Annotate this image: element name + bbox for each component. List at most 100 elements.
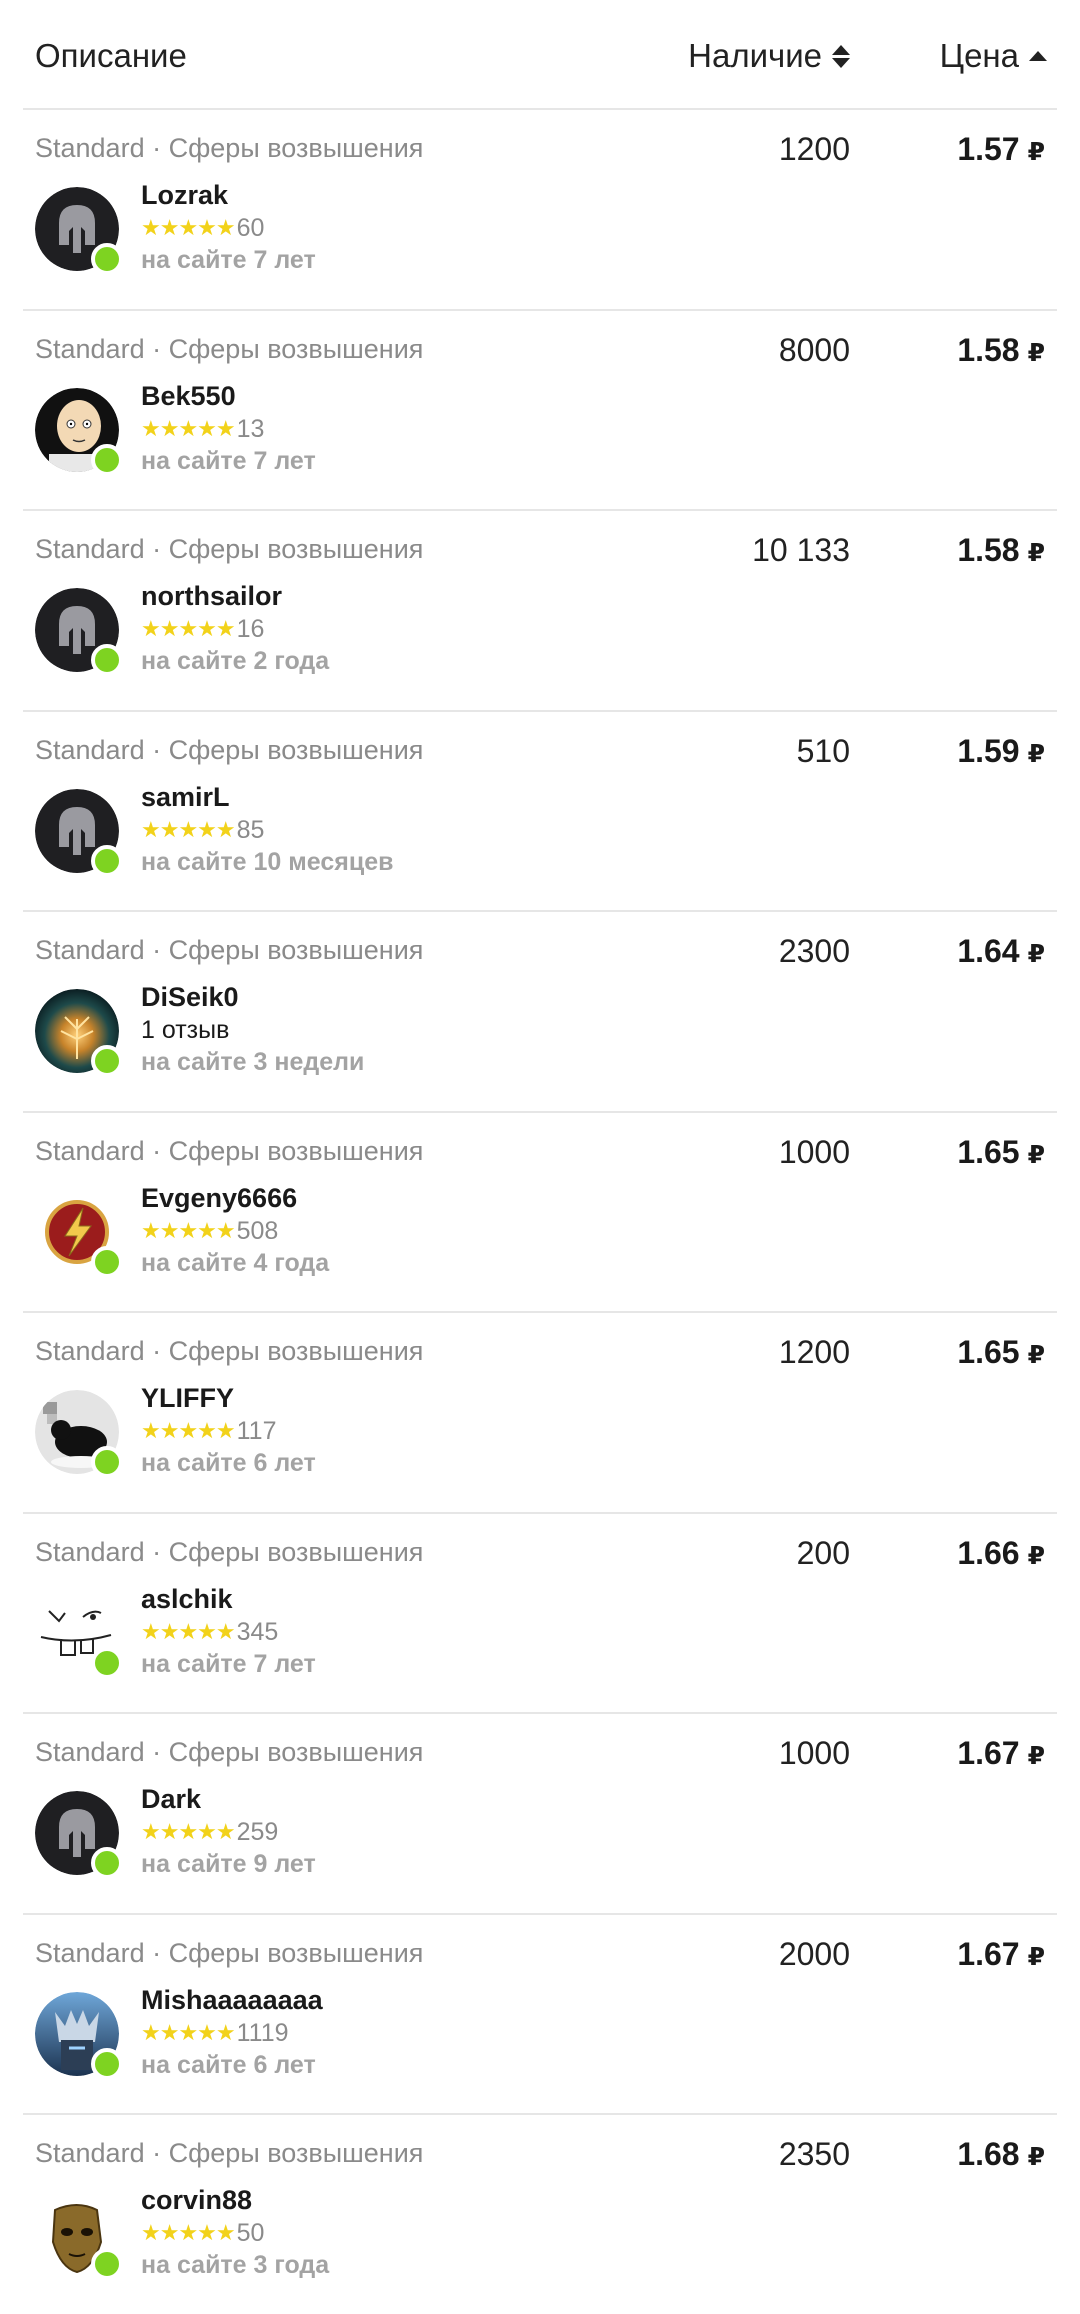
online-status-indicator	[91, 243, 123, 275]
offer-description: Standard · Сферы возвышения	[35, 734, 424, 765]
review-count: 345	[236, 1617, 279, 1646]
seller-rating: ★★★★★ 345	[141, 1616, 316, 1648]
seller-account-age: на сайте 7 лет	[141, 446, 316, 475]
price-value: 1.67	[957, 1735, 1020, 1771]
price-value: 1.65	[957, 1334, 1020, 1370]
offer-row[interactable]: Standard · Сферы возвышения 2300 1.64 ₽ D…	[23, 912, 1057, 1113]
review-count: 259	[236, 1818, 279, 1846]
offer-row[interactable]: Standard · Сферы возвышения 1000 1.65 ₽ E…	[23, 1113, 1057, 1313]
seller-avatar[interactable]	[35, 1992, 123, 2080]
ruble-sign: ₽	[1027, 739, 1045, 768]
price-value: 1.59	[957, 732, 1020, 769]
seller-avatar[interactable]	[35, 187, 123, 275]
review-count: 508	[236, 1216, 279, 1245]
offer-price: 1.58 ₽	[957, 331, 1045, 372]
offer-row[interactable]: Standard · Сферы возвышения 8000 1.58 ₽ B…	[23, 311, 1057, 511]
offer-price: 1.68 ₽	[957, 2135, 1045, 2176]
offer-row[interactable]: Standard · Сферы возвышения 1200 1.57 ₽ L…	[23, 110, 1057, 311]
price-value: 1.57	[957, 131, 1020, 167]
review-count: 16	[236, 615, 265, 643]
seller-name[interactable]: Mishaaaaaaaa	[141, 1983, 323, 2017]
seller-name[interactable]: DiSeik0	[141, 980, 364, 1014]
seller-info: northsailor ★★★★★ 16 на сайте 2 года	[141, 579, 329, 677]
rating-stars-icon: ★★★★★	[141, 616, 236, 641]
rating-stars-icon: ★★★★★	[141, 215, 236, 240]
offer-price: 1.67 ₽	[957, 1935, 1045, 1976]
offer-stock: 8000	[778, 331, 850, 368]
price-value: 1.58	[957, 532, 1020, 568]
seller-name[interactable]: Evgeny6666	[141, 1181, 329, 1215]
sort-by-price-button[interactable]: Цена	[940, 36, 1047, 76]
rating-stars-icon: ★★★★★	[141, 1618, 236, 1644]
seller-account-age: на сайте 6 лет	[141, 1449, 316, 1477]
seller-avatar[interactable]	[35, 2192, 123, 2280]
seller-info: DiSeik0 1 отзыв на сайте 3 недели	[141, 980, 364, 1078]
offer-row[interactable]: Standard · Сферы возвышения 510 1.59 ₽ sa…	[23, 712, 1057, 912]
offer-description: Standard · Сферы возвышения	[35, 1737, 424, 1767]
seller-avatar[interactable]	[35, 1190, 123, 1278]
price-value: 1.66	[957, 1534, 1020, 1571]
ruble-sign: ₽	[1027, 940, 1045, 968]
seller-rating: ★★★★★ 259	[141, 1816, 316, 1848]
seller-name[interactable]: Lozrak	[141, 178, 316, 212]
ruble-sign: ₽	[1027, 539, 1045, 567]
seller-name[interactable]: Dark	[141, 1782, 316, 1816]
seller-avatar[interactable]	[35, 1390, 123, 1478]
rating-stars-icon: ★★★★★	[141, 2220, 236, 2245]
seller-name[interactable]: Bek550	[141, 379, 316, 413]
offer-stock: 1000	[778, 1735, 850, 1771]
online-status-indicator	[91, 644, 123, 676]
seller-rating: ★★★★★ 1119	[141, 2017, 323, 2049]
rating-stars-icon: ★★★★★	[141, 415, 236, 441]
seller-avatar[interactable]	[35, 588, 123, 676]
seller-info: aslchik ★★★★★ 345 на сайте 7 лет	[141, 1582, 316, 1680]
rating-stars-icon: ★★★★★	[141, 1819, 236, 1844]
seller-account-age: на сайте 7 лет	[141, 246, 316, 274]
seller-avatar[interactable]	[35, 1791, 123, 1879]
seller-name[interactable]: aslchik	[141, 1582, 316, 1616]
offer-description: Standard · Сферы возвышения	[35, 534, 424, 564]
seller-rating: 1 отзыв	[141, 1014, 364, 1046]
offer-row[interactable]: Standard · Сферы возвышения 200 1.66 ₽ as…	[23, 1514, 1057, 1714]
online-status-indicator	[91, 1646, 123, 1679]
seller-rating: ★★★★★ 13	[141, 413, 316, 445]
seller-avatar[interactable]	[35, 989, 123, 1077]
seller-avatar[interactable]	[35, 388, 123, 476]
offer-row[interactable]: Standard · Сферы возвышения 1200 1.65 ₽ Y…	[23, 1313, 1057, 1514]
offer-row[interactable]: Standard · Сферы возвышения 10 133 1.58 ₽…	[23, 511, 1057, 712]
header-price-label: Цена	[939, 37, 1019, 74]
rating-stars-icon: ★★★★★	[141, 1418, 236, 1443]
online-status-indicator	[91, 2047, 123, 2080]
offer-row[interactable]: Standard · Сферы возвышения 1000 1.67 ₽ D…	[23, 1714, 1057, 1915]
seller-info: Bek550 ★★★★★ 13 на сайте 7 лет	[141, 379, 316, 477]
offer-row[interactable]: Standard · Сферы возвышения 2350 1.68 ₽ c…	[23, 2115, 1057, 2314]
review-count: 60	[236, 214, 265, 242]
seller-name[interactable]: samirL	[141, 780, 393, 814]
offer-stock: 1200	[778, 1334, 850, 1370]
review-count: 13	[236, 414, 265, 443]
seller-rating: ★★★★★ 508	[141, 1215, 329, 1247]
seller-name[interactable]: corvin88	[141, 2183, 329, 2217]
seller-name[interactable]: northsailor	[141, 579, 329, 613]
offer-stock: 510	[796, 732, 850, 769]
offer-description: Standard · Сферы возвышения	[35, 1937, 424, 1968]
ruble-sign: ₽	[1027, 1942, 1045, 1971]
offer-description: Standard · Сферы возвышения	[35, 1135, 424, 1166]
seller-account-age: на сайте 4 года	[141, 1248, 330, 1277]
seller-rating: ★★★★★ 16	[141, 613, 329, 645]
seller-info: YLIFFY ★★★★★ 117 на сайте 6 лет	[141, 1381, 316, 1479]
seller-avatar[interactable]	[35, 789, 123, 877]
rating-stars-icon: ★★★★★	[141, 1217, 236, 1243]
seller-account-age: на сайте 2 года	[141, 647, 330, 675]
sort-by-stock-button[interactable]: Наличие	[688, 36, 850, 76]
offers-list: Standard · Сферы возвышения 1200 1.57 ₽ L…	[23, 110, 1057, 2314]
offer-stock: 2350	[778, 2136, 850, 2172]
offer-price: 1.65 ₽	[957, 1333, 1045, 1374]
ruble-sign: ₽	[1027, 1742, 1045, 1770]
online-status-indicator	[91, 1045, 123, 1077]
seller-name[interactable]: YLIFFY	[141, 1381, 316, 1415]
offer-row[interactable]: Standard · Сферы возвышения 2000 1.67 ₽ M…	[23, 1915, 1057, 2115]
rating-stars-icon: ★★★★★	[141, 2019, 236, 2045]
price-value: 1.64	[957, 933, 1020, 969]
seller-avatar[interactable]	[35, 1591, 123, 1679]
